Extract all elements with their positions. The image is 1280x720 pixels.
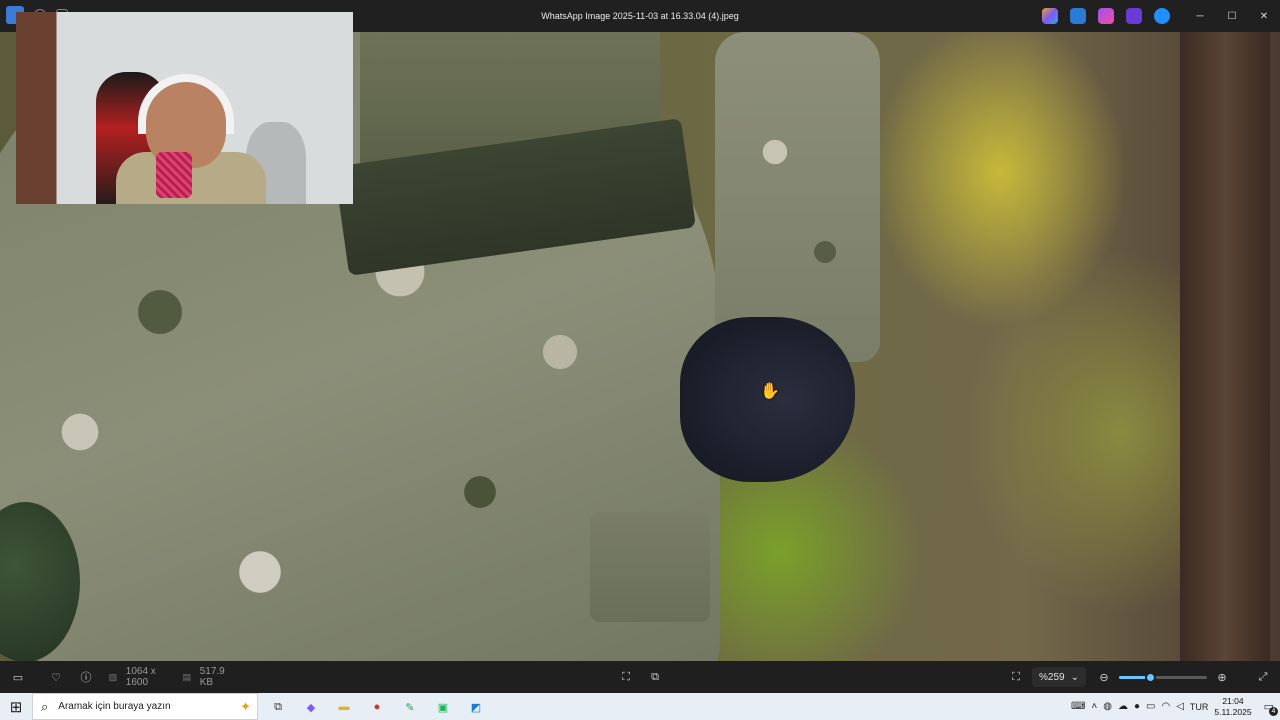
- android-app-icon[interactable]: ▣: [433, 697, 453, 717]
- search-icon: ⌕: [41, 698, 49, 714]
- windows-taskbar: ⊞ ⌕ Aramak için buraya yazın ✦ ⧉ ◆ ▬ ● ✎ ▣ ◩ ⌨…: [0, 693, 1280, 720]
- fullscreen-icon: ⤢: [1258, 670, 1268, 683]
- copilot-icon[interactable]: ◆: [301, 697, 321, 717]
- notification-count: 4: [1269, 707, 1278, 716]
- image-dimensions: ▨ 1064 x 1600: [106, 661, 180, 693]
- taskbar-clock[interactable]: 21:04 5.11.2025: [1214, 696, 1251, 718]
- copilot-icon[interactable]: [1042, 8, 1058, 24]
- zoom-in-button[interactable]: ⊕: [1214, 661, 1230, 693]
- system-tray: ⌨ ˄ ◍ ☁ ● ▭ ◠ ◁ TUR 21:04 5.11.2025 ▭ 4: [1071, 693, 1280, 720]
- notification-icon[interactable]: ▭ 4: [1264, 700, 1278, 716]
- keyboard-icon[interactable]: ⌨: [1071, 701, 1085, 712]
- network-icon[interactable]: ◍: [1103, 701, 1112, 712]
- sparkle-icon: ✦: [240, 698, 251, 714]
- onedrive-icon[interactable]: [1154, 8, 1170, 24]
- tree-trunk-right: [1180, 32, 1270, 661]
- zoom-level-text: %259: [1039, 671, 1065, 683]
- taskbar-search-box[interactable]: ⌕ Aramak için buraya yazın ✦: [32, 693, 258, 720]
- favorite-button[interactable]: ♡: [48, 661, 64, 693]
- fit-button[interactable]: ⛶: [618, 661, 634, 693]
- battery-icon[interactable]: ▭: [1146, 701, 1155, 712]
- zoom-slider[interactable]: [1119, 672, 1207, 683]
- viewer-toolbar: ▭ ♡ ⓘ ▨ 1064 x 1600 ▤ 517.9 KB ⛶ ⧉ ⛶ %25…: [0, 661, 1280, 693]
- dimensions-icon: ▨: [108, 671, 118, 682]
- zoom-out-icon: ⊖: [1099, 671, 1109, 684]
- minimize-button[interactable]: ─: [1184, 0, 1216, 32]
- filmstrip-icon: ▭: [12, 671, 24, 684]
- webcam-overlay: [16, 12, 353, 204]
- chevron-down-icon: ⌄: [1070, 671, 1079, 683]
- file-size-icon: ▤: [182, 671, 192, 682]
- filmstrip-button[interactable]: ▭: [10, 661, 26, 693]
- camouflage-sleeve: [715, 32, 880, 362]
- file-size-text: 517.9 KB: [199, 666, 225, 688]
- microphone: [156, 152, 192, 198]
- volume-icon[interactable]: ◁: [1176, 701, 1184, 712]
- language-indicator[interactable]: TUR: [1190, 702, 1209, 712]
- zoom-slider-knob[interactable]: [1144, 672, 1156, 683]
- clock-time: 21:04: [1222, 695, 1244, 706]
- cloud-icon[interactable]: ☁: [1118, 701, 1128, 712]
- zoom-in-icon: ⊕: [1217, 671, 1227, 684]
- file-explorer-icon[interactable]: ▬: [334, 697, 354, 717]
- title-bar-app-icons: [1042, 8, 1170, 24]
- actual-size-button[interactable]: ⛶: [1008, 661, 1024, 693]
- zoom-out-button[interactable]: ⊖: [1096, 661, 1112, 693]
- window-controls: ─ ☐ ✕: [1184, 0, 1280, 32]
- fullscreen-button[interactable]: ⤢: [1255, 661, 1271, 693]
- fit-screen-icon: ⛶: [622, 670, 630, 683]
- clock-date: 5.11.2025: [1214, 706, 1252, 717]
- windows-icon: ⊞: [9, 698, 23, 716]
- info-button[interactable]: ⓘ: [78, 661, 94, 693]
- compare-button[interactable]: ⧉: [647, 661, 663, 693]
- task-view-icon[interactable]: ⧉: [268, 697, 288, 717]
- search-placeholder: Aramak için buraya yazın: [58, 701, 171, 712]
- cargo-pocket: [590, 512, 710, 622]
- maximize-button[interactable]: ☐: [1216, 0, 1248, 32]
- image-file-size: ▤ 517.9 KB: [180, 661, 240, 693]
- actual-size-icon: ⛶: [1012, 670, 1020, 683]
- chrome-icon[interactable]: ●: [367, 697, 387, 717]
- photos-icon[interactable]: [1070, 8, 1086, 24]
- heart-icon: ♡: [51, 671, 61, 684]
- wifi-icon[interactable]: ◠: [1161, 701, 1170, 712]
- hand-cursor-icon: ✋: [760, 383, 780, 400]
- dimensions-text: 1064 x 1600: [125, 666, 156, 688]
- feather-app-icon[interactable]: ✎: [400, 697, 420, 717]
- start-button[interactable]: ⊞: [0, 693, 32, 720]
- microphone-icon[interactable]: ●: [1134, 701, 1140, 712]
- chevron-up-icon[interactable]: ˄: [1091, 701, 1097, 712]
- close-button[interactable]: ✕: [1248, 0, 1280, 32]
- photos-app-window: WhatsApp Image 2025-11-03 at 16.33.04 (4…: [0, 0, 1280, 720]
- zoom-level-dropdown[interactable]: %259 ⌄: [1032, 667, 1086, 687]
- clipchamp-icon[interactable]: [1098, 8, 1114, 24]
- compare-icon: ⧉: [651, 670, 659, 683]
- photos-app-icon[interactable]: ◩: [466, 697, 486, 717]
- info-icon: ⓘ: [80, 672, 92, 684]
- designer-icon[interactable]: [1126, 8, 1142, 24]
